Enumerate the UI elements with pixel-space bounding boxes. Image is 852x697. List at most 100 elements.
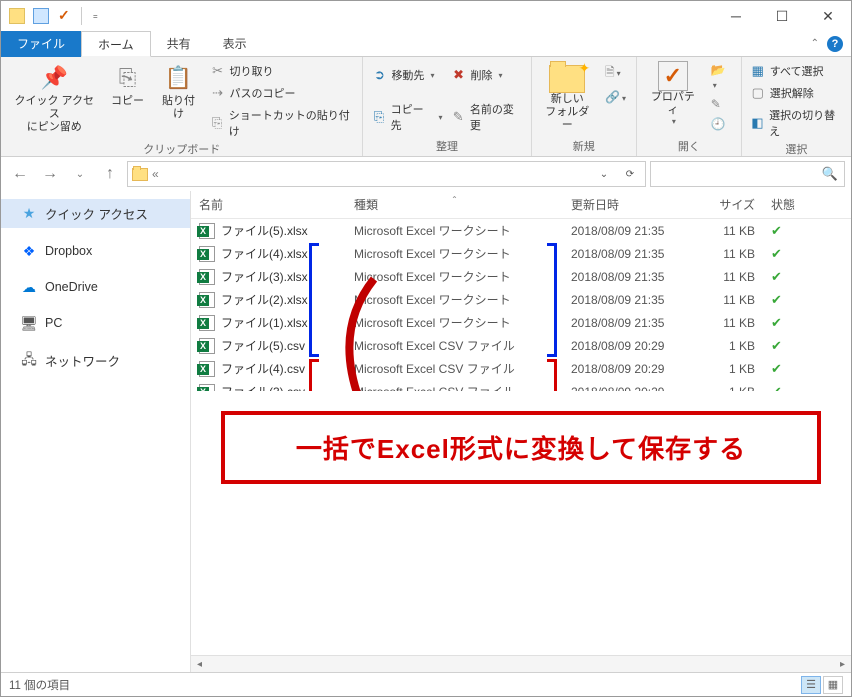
file-name: ファイル(4).xlsx xyxy=(221,245,308,262)
properties-button[interactable]: ✓ プロパティ▾ xyxy=(641,59,705,128)
paste-shortcut-button[interactable]: ⎘ショートカットの貼り付け xyxy=(206,105,359,141)
check-icon: ✔ xyxy=(771,315,782,331)
copy-icon: ⎘ xyxy=(113,63,143,93)
column-size[interactable]: サイズ xyxy=(693,196,763,213)
check-icon: ✔ xyxy=(771,384,782,391)
delete-button[interactable]: ✖削除▾ xyxy=(447,65,527,85)
rename-button[interactable]: ✎名前の変更 xyxy=(447,99,527,135)
column-name[interactable]: 名前 xyxy=(191,196,346,213)
tab-home[interactable]: ホーム xyxy=(81,31,151,57)
table-row[interactable]: ファイル(4).xlsx Microsoft Excel ワークシート2018/0… xyxy=(191,242,851,265)
sidebar-item-onedrive[interactable]: ☁OneDrive xyxy=(1,274,190,300)
tab-file[interactable]: ファイル xyxy=(1,31,81,57)
history-icon[interactable]: 🕘 xyxy=(711,117,731,131)
copypath-button[interactable]: ⇢パスのコピー xyxy=(206,83,359,103)
back-button[interactable]: ← xyxy=(7,161,33,187)
excel-icon xyxy=(199,384,215,391)
moveto-button[interactable]: ➲移動先▾ xyxy=(367,65,446,85)
file-type: Microsoft Excel ワークシート xyxy=(346,314,563,331)
file-date: 2018/08/09 21:35 xyxy=(563,270,693,284)
file-size: 1 KB xyxy=(693,362,763,376)
new-item-icon[interactable]: 🗎▾ xyxy=(605,63,626,84)
close-button[interactable]: ✕ xyxy=(805,1,851,31)
select-none-button[interactable]: ▢選択解除 xyxy=(746,83,847,103)
table-row[interactable]: ファイル(2).xlsxMicrosoft Excel ワークシート2018/0… xyxy=(191,288,851,311)
qat-properties-icon[interactable] xyxy=(57,8,73,24)
file-name: ファイル(2).xlsx xyxy=(221,291,308,308)
column-type[interactable]: ⌃種類 xyxy=(346,196,563,213)
sidebar-item-dropbox[interactable]: ❖Dropbox xyxy=(1,238,190,264)
file-status: ✔ xyxy=(763,223,851,239)
navigation-pane[interactable]: ★クイック アクセス ❖Dropbox ☁OneDrive 🖥PC 🖧ネットワー… xyxy=(1,191,191,672)
qat-dropdown-icon[interactable]: = xyxy=(90,12,101,21)
horizontal-scrollbar[interactable]: ◂ ▸ xyxy=(191,655,851,672)
copyto-button[interactable]: ⎘コピー先▾ xyxy=(367,99,446,135)
qat-save-icon[interactable] xyxy=(33,8,49,24)
file-rows-container[interactable]: ファイル(5).xlsxMicrosoft Excel ワークシート2018/0… xyxy=(191,219,851,391)
file-size: 11 KB xyxy=(693,224,763,238)
file-date: 2018/08/09 20:29 xyxy=(563,362,693,376)
minimize-button[interactable]: ─ xyxy=(713,1,759,31)
table-row[interactable]: ファイル(3).xlsxMicrosoft Excel ワークシート2018/0… xyxy=(191,265,851,288)
file-size: 1 KB xyxy=(693,339,763,353)
annotation-bracket-xlsx-right xyxy=(547,359,557,391)
file-type: Microsoft Excel ワークシート xyxy=(346,245,563,262)
pin-quick-access-button[interactable]: 📌 クイック アクセス にピン留め xyxy=(5,59,104,137)
copy-button[interactable]: ⎘ コピー xyxy=(104,59,152,110)
excel-icon xyxy=(199,361,215,377)
file-type: Microsoft Excel CSV ファイル xyxy=(346,360,563,377)
check-icon: ✔ xyxy=(771,269,782,285)
sidebar-item-network[interactable]: 🖧ネットワーク xyxy=(1,346,190,375)
paste-button[interactable]: 📋 貼り付け xyxy=(152,59,206,123)
column-status[interactable]: 状態 xyxy=(763,196,851,213)
file-name: ファイル(4).csv xyxy=(221,360,305,377)
file-type: Microsoft Excel ワークシート xyxy=(346,268,563,285)
recent-dropdown-icon[interactable]: ⌄ xyxy=(67,161,93,187)
edit-icon[interactable]: ✎ xyxy=(711,97,731,111)
address-bar[interactable]: « ⌄ ⟳ xyxy=(127,161,646,187)
forward-button[interactable]: → xyxy=(37,161,63,187)
refresh-button[interactable]: ⟳ xyxy=(619,163,641,185)
file-date: 2018/08/09 21:35 xyxy=(563,316,693,330)
annotation-bracket-csv-left xyxy=(309,243,319,357)
ribbon: 📌 クイック アクセス にピン留め ⎘ コピー 📋 貼り付け ✂切り取り ⇢パス… xyxy=(1,57,851,157)
cut-button[interactable]: ✂切り取り xyxy=(206,61,359,81)
select-all-button[interactable]: ▦すべて選択 xyxy=(746,61,847,81)
new-folder-button[interactable]: ✦ 新しい フォルダー xyxy=(536,59,599,135)
excel-icon xyxy=(199,338,215,354)
scroll-left-icon[interactable]: ◂ xyxy=(191,659,208,670)
titlebar: = ─ ☐ ✕ xyxy=(1,1,851,31)
scroll-right-icon[interactable]: ▸ xyxy=(834,659,851,670)
maximize-button[interactable]: ☐ xyxy=(759,1,805,31)
easy-access-icon[interactable]: 🔗▾ xyxy=(605,90,626,104)
file-size: 11 KB xyxy=(693,316,763,330)
item-count: 11 個の項目 xyxy=(9,677,70,693)
details-view-icon[interactable]: ☰ xyxy=(801,676,821,694)
table-row[interactable]: ファイル(5).csvMicrosoft Excel CSV ファイル2018/… xyxy=(191,334,851,357)
thumbnails-view-icon[interactable]: ▦ xyxy=(823,676,843,694)
column-date[interactable]: 更新日時 xyxy=(563,196,693,213)
table-row[interactable]: ファイル(1).xlsxMicrosoft Excel ワークシート2018/0… xyxy=(191,311,851,334)
address-history-icon[interactable]: ⌄ xyxy=(593,163,615,185)
sidebar-item-quick-access[interactable]: ★クイック アクセス xyxy=(1,199,190,228)
invert-selection-button[interactable]: ◧選択の切り替え xyxy=(746,105,847,141)
collapse-ribbon-icon[interactable]: ⌃ xyxy=(811,38,819,49)
open-icon[interactable]: 📂▾ xyxy=(711,63,731,91)
file-date: 2018/08/09 21:35 xyxy=(563,247,693,261)
excel-icon xyxy=(199,246,215,262)
file-status: ✔ xyxy=(763,269,851,285)
up-button[interactable]: ↑ xyxy=(97,161,123,187)
rename-icon: ✎ xyxy=(451,109,466,125)
help-icon[interactable]: ? xyxy=(827,36,843,52)
tab-view[interactable]: 表示 xyxy=(207,31,263,57)
ribbon-group-open: ✓ プロパティ▾ 📂▾ ✎ 🕘 開く xyxy=(637,57,742,156)
ribbon-group-clipboard: 📌 クイック アクセス にピン留め ⎘ コピー 📋 貼り付け ✂切り取り ⇢パス… xyxy=(1,57,363,156)
search-box[interactable]: 🔍 xyxy=(650,161,845,187)
sidebar-item-pc[interactable]: 🖥PC xyxy=(1,310,190,336)
check-icon: ✔ xyxy=(771,292,782,308)
table-row[interactable]: ファイル(4).csv Microsoft Excel CSV ファイル2018/… xyxy=(191,357,851,380)
tab-share[interactable]: 共有 xyxy=(151,31,207,57)
pin-icon: 📌 xyxy=(39,63,69,93)
table-row[interactable]: ファイル(5).xlsxMicrosoft Excel ワークシート2018/0… xyxy=(191,219,851,242)
table-row[interactable]: ファイル(3).csvMicrosoft Excel CSV ファイル2018/… xyxy=(191,380,851,391)
